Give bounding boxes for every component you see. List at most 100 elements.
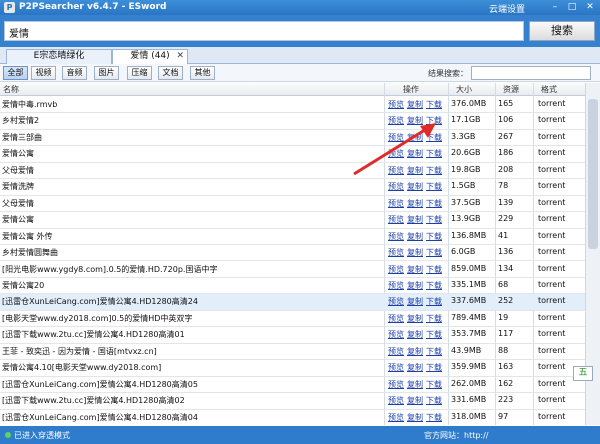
- table-row[interactable]: 爱情中毒.rmvb 预览 复制 下载 376.0MB 165 torrent: [0, 97, 585, 114]
- copy-link[interactable]: 复制: [407, 100, 423, 109]
- column-name-header[interactable]: 名称: [3, 84, 19, 95]
- table-row[interactable]: 爱情公寓4.10[电影天堂www.dy2018.com] 预览 复制 下载 359.9M…: [0, 360, 585, 377]
- result-search-input[interactable]: [471, 66, 591, 80]
- seeds-cell: 134: [498, 263, 514, 273]
- filter-video-button[interactable]: 视频: [31, 66, 56, 80]
- download-link[interactable]: 下载: [426, 248, 442, 257]
- filter-archive-button[interactable]: 压缩: [127, 66, 152, 80]
- filter-other-button[interactable]: 其他: [190, 66, 215, 80]
- status-website-text[interactable]: 官方网站：http://: [424, 430, 489, 441]
- table-row[interactable]: [迅雷下载www.2tu.cc]爱情公寓4.HD1280高清02 预览 复制 下载 33…: [0, 393, 585, 410]
- preview-link[interactable]: 预览: [388, 265, 404, 274]
- tab-previous[interactable]: E宗恋晴绿化: [6, 49, 112, 64]
- seeds-cell: 165: [498, 99, 514, 108]
- copy-link[interactable]: 复制: [407, 281, 423, 290]
- download-link[interactable]: 下载: [426, 347, 442, 356]
- filter-image-button[interactable]: 图片: [94, 66, 119, 80]
- preview-link[interactable]: 预览: [388, 232, 404, 241]
- tab-current[interactable]: 爱情 (44) ✕: [112, 49, 188, 64]
- download-link[interactable]: 下载: [426, 413, 442, 422]
- preview-link[interactable]: 预览: [388, 314, 404, 323]
- column-seeds-header[interactable]: 资源: [503, 84, 519, 95]
- table-row[interactable]: 爱情三部曲预览复制下载3.3GB267torrent: [0, 130, 585, 147]
- search-button[interactable]: 搜索: [529, 21, 595, 41]
- filter-all-button[interactable]: 全部: [3, 66, 28, 80]
- preview-link[interactable]: 预览: [388, 297, 404, 306]
- search-input[interactable]: 爱情: [4, 21, 524, 41]
- table-row[interactable]: [阳光电影www.ygdy8.com].0.5的爱情.HD.720p.国语中字 预…: [0, 262, 585, 278]
- copy-link[interactable]: 复制: [407, 248, 423, 257]
- download-link[interactable]: 下载: [426, 363, 442, 372]
- close-button[interactable]: ✕: [582, 1, 598, 13]
- preview-link[interactable]: 预览: [388, 100, 404, 109]
- copy-link[interactable]: 复制: [407, 314, 423, 323]
- filter-audio-button[interactable]: 音频: [62, 66, 87, 80]
- download-link[interactable]: 下载: [426, 314, 442, 323]
- preview-link[interactable]: 预览: [388, 380, 404, 389]
- table-row[interactable]: [电影天堂www.dy2018.com]0.5的爱情HD中英双字 预览 复制 下载 78…: [0, 311, 585, 328]
- file-name-cell: 爱情公寓 外传: [2, 231, 53, 241]
- table-row[interactable]: 爱情公寓 预览 复制 下载 20.6GB 186 torrent: [0, 146, 585, 163]
- table-row[interactable]: 爱情公寓20 预览 复制 下载 335.1MB 68 torrent: [0, 278, 585, 295]
- table-row[interactable]: 父母爱情 预览 复制 下载 37.5GB 139 torrent: [0, 196, 585, 213]
- preview-link[interactable]: 预览: [388, 363, 404, 372]
- table-row[interactable]: [迅雷仓XunLeiCang.com]爱情公寓4.HD1280高清24 预览 复制下…: [0, 294, 585, 311]
- copy-link[interactable]: 复制: [407, 297, 423, 306]
- format-cell: torrent: [538, 131, 566, 141]
- preview-link[interactable]: 预览: [388, 281, 404, 290]
- side-widget-icon[interactable]: 五: [573, 366, 593, 381]
- download-link[interactable]: 下载: [426, 297, 442, 306]
- table-row[interactable]: 乡村爱情圆舞曲 预览 复制 下载 6.0GB 136 torrent: [0, 245, 585, 262]
- copy-link[interactable]: 复制: [407, 347, 423, 356]
- download-link[interactable]: 下载: [426, 380, 442, 389]
- table-row[interactable]: 爱情洗牌 预览 复制 下载 1.5GB 78 torrent: [0, 179, 585, 196]
- file-name-cell: [迅雷仓XunLeiCang.com]爱情公寓4.HD1280高清04: [2, 412, 198, 422]
- copy-link[interactable]: 复制: [407, 265, 423, 274]
- column-format-header[interactable]: 格式: [541, 84, 557, 95]
- size-cell: 359.9MB: [451, 362, 487, 372]
- preview-link[interactable]: 预览: [388, 199, 404, 208]
- copy-link[interactable]: 复制: [407, 182, 423, 191]
- table-row[interactable]: 爱情公寓 外传 预览 复制 下载 136.8MB 41 torrent: [0, 229, 585, 246]
- copy-link[interactable]: 复制: [407, 215, 423, 224]
- maximize-button[interactable]: □: [564, 1, 580, 13]
- table-row[interactable]: 父母爱情 预览 复制 下载 19.8GB 208 torrent: [0, 163, 585, 180]
- preview-link[interactable]: 预览: [388, 413, 404, 422]
- download-link[interactable]: 下载: [426, 281, 442, 290]
- table-row[interactable]: 王菲 - 致奕迅 - 因为爱情 - 国语[mtvxz.cn] 预览 复制 下载 43.9…: [0, 344, 585, 361]
- size-cell: 337.6MB: [451, 296, 487, 306]
- cloud-settings-link[interactable]: 云端设置: [489, 2, 525, 15]
- preview-link[interactable]: 预览: [388, 248, 404, 257]
- column-size-header[interactable]: 大小: [456, 84, 472, 95]
- download-link[interactable]: 下载: [426, 396, 442, 405]
- copy-link[interactable]: 复制: [407, 363, 423, 372]
- download-link[interactable]: 下载: [426, 215, 442, 224]
- ops-cell: 预览复制下载: [388, 395, 444, 406]
- copy-link[interactable]: 复制: [407, 199, 423, 208]
- preview-link[interactable]: 预览: [388, 330, 404, 339]
- table-row[interactable]: [迅雷下载www.2tu.cc]爱情公寓4.HD1280高清01 预览 复制 下载 35…: [0, 327, 585, 344]
- table-row[interactable]: [迅雷仓XunLeiCang.com]爱情公寓4.HD1280高清04 预览 复制下…: [0, 410, 585, 425]
- download-link[interactable]: 下载: [426, 182, 442, 191]
- preview-link[interactable]: 预览: [388, 182, 404, 191]
- preview-link[interactable]: 预览: [388, 215, 404, 224]
- table-row[interactable]: 爱情公寓 预览 复制 下载 13.9GB 229 torrent: [0, 212, 585, 229]
- table-row[interactable]: 乡村爱情2 预览 复制 下载 17.1GB 106 torrent: [0, 113, 585, 130]
- scrollbar-thumb[interactable]: [588, 99, 598, 249]
- download-link[interactable]: 下载: [426, 330, 442, 339]
- preview-link[interactable]: 预览: [388, 347, 404, 356]
- copy-link[interactable]: 复制: [407, 396, 423, 405]
- table-row[interactable]: [迅雷仓XunLeiCang.com]爱情公寓4.HD1280高清05 预览 复制下…: [0, 377, 585, 394]
- download-link[interactable]: 下载: [426, 199, 442, 208]
- download-link[interactable]: 下载: [426, 232, 442, 241]
- copy-link[interactable]: 复制: [407, 232, 423, 241]
- copy-link[interactable]: 复制: [407, 330, 423, 339]
- copy-link[interactable]: 复制: [407, 413, 423, 422]
- preview-link[interactable]: 预览: [388, 396, 404, 405]
- minimize-button[interactable]: –: [547, 1, 563, 13]
- close-tab-icon[interactable]: ✕: [176, 50, 184, 63]
- copy-link[interactable]: 复制: [407, 380, 423, 389]
- download-link[interactable]: 下载: [426, 265, 442, 274]
- filter-document-button[interactable]: 文档: [158, 66, 183, 80]
- download-link[interactable]: 下载: [426, 100, 442, 109]
